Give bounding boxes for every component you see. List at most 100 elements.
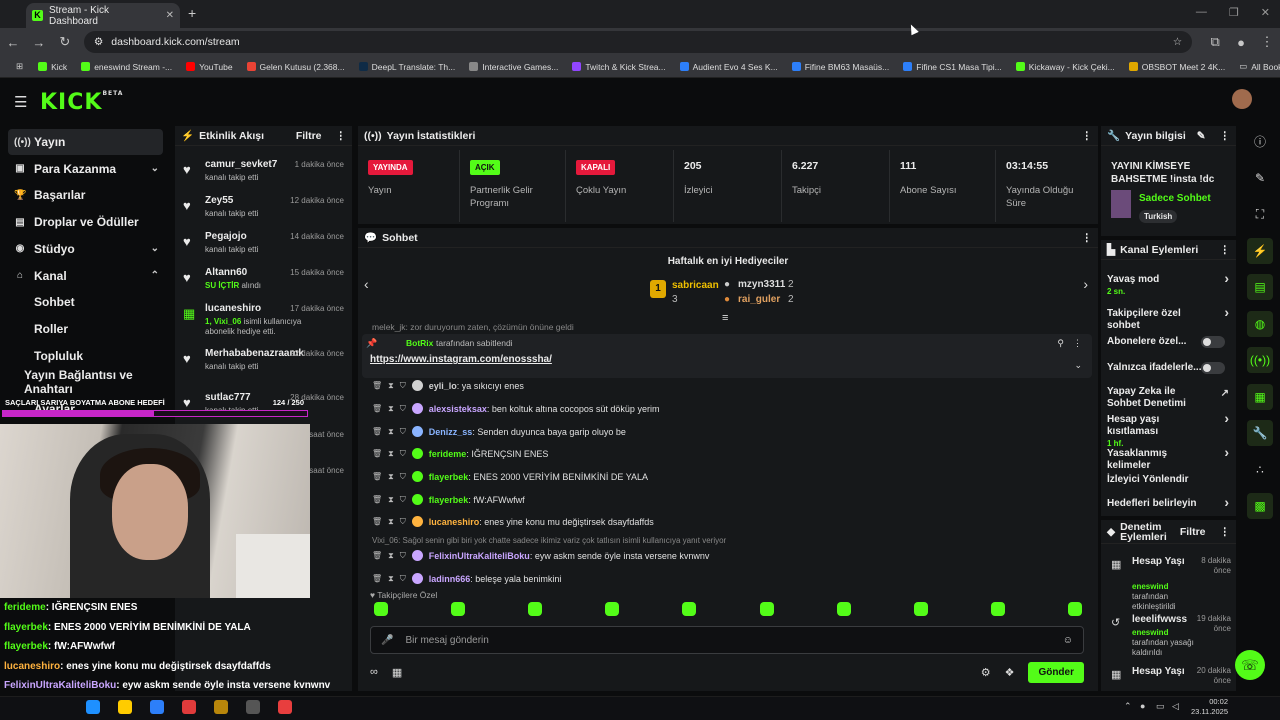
emote-icon[interactable] <box>836 602 851 616</box>
category-thumbnail[interactable] <box>1111 190 1131 218</box>
event-item[interactable]: ♥ Altann60 15 dakika önce SU İÇTİR alındı <box>183 267 348 297</box>
timeout-icon[interactable]: ⧗ <box>388 472 394 482</box>
emote-icon[interactable] <box>451 602 466 616</box>
tool-icon[interactable]: 🔧 <box>1247 420 1273 446</box>
taskbar-app-icon[interactable] <box>278 700 292 714</box>
chat-bubble-icon[interactable]: ◍ <box>1247 310 1273 337</box>
nav-item-4[interactable]: ◉ Stüdyo ⌄ <box>8 236 163 262</box>
event-item[interactable]: ♥ Pegajojo 14 dakika önce kanalı takip etti <box>183 231 348 261</box>
mod-event[interactable]: ↺ leeelifwwss 19 dakika önce eneswind taraf… <box>1107 614 1233 664</box>
chat-more-icon[interactable]: ⋮ <box>1082 232 1093 244</box>
timeout-icon[interactable]: ⧗ <box>388 427 394 437</box>
support-chat-icon[interactable]: ☏ <box>1235 650 1265 680</box>
edit-icon[interactable]: ✎ <box>1247 165 1273 191</box>
language-tag[interactable]: Turkish <box>1139 210 1178 223</box>
nav-item-3[interactable]: ▤ Droplar ve Ödüller <box>8 209 163 235</box>
bookmark-item[interactable]: Kick <box>31 62 74 72</box>
timeout-icon[interactable]: ⧗ <box>388 404 394 414</box>
toggle-switch[interactable] <box>1201 362 1225 374</box>
store-icon[interactable]: ▦ <box>392 666 402 679</box>
user-avatar[interactable] <box>1232 89 1252 109</box>
bookmark-item[interactable]: eneswind Stream -... <box>74 62 179 72</box>
emote-icon[interactable] <box>913 602 928 616</box>
chat-username[interactable]: Denizz_ss <box>429 427 473 437</box>
back-icon[interactable]: ← <box>0 35 26 50</box>
timeout-icon[interactable]: ⧗ <box>388 517 394 527</box>
nav-item-9[interactable]: Yayın Bağlantısı ve Anahtarı <box>8 368 163 396</box>
gifter-name[interactable]: rai_guler <box>738 294 780 305</box>
mod-more-icon[interactable]: ⋮ <box>1220 526 1231 538</box>
chat-username[interactable]: FelixinUltraKaliteliBoku <box>429 551 530 561</box>
taskbar-app-icon[interactable] <box>118 700 132 714</box>
tray-spotify-icon[interactable]: ● <box>1140 701 1145 711</box>
collapse-icon[interactable]: ≡ <box>722 312 728 324</box>
event-item[interactable]: ♥ Zey55 12 dakika önce kanalı takip etti <box>183 195 348 225</box>
bolt-icon[interactable]: ⚡ <box>1247 237 1273 264</box>
channel-action[interactable]: İzleyici Yönlendir <box>1107 474 1231 486</box>
emote-icon[interactable] <box>528 602 543 616</box>
extensions-icon[interactable]: ⧉ <box>1202 34 1228 50</box>
bookmark-item[interactable]: Fifine CS1 Masa Tipi... <box>896 62 1009 72</box>
toggle-switch[interactable] <box>1201 336 1225 348</box>
menu-icon[interactable]: ☰ <box>14 93 27 111</box>
chat-username[interactable]: flayerbek <box>429 495 469 505</box>
emote-icon[interactable] <box>1067 602 1082 616</box>
emoji-icon[interactable]: ☺ <box>1063 635 1073 646</box>
all-bookmarks[interactable]: ▭All Bookmarks <box>1232 61 1280 72</box>
channel-action[interactable]: Yasaklanmış kelimeler › <box>1107 445 1231 472</box>
event-item[interactable]: ♥ camur_sevket7 1 dakika önce kanalı takip … <box>183 159 348 189</box>
nav-item-2[interactable]: 🏆 Başarılar <box>8 182 163 208</box>
pinned-by[interactable]: BotRix <box>406 338 433 348</box>
channel-action[interactable]: Abonelere özel... <box>1107 336 1231 348</box>
minimize-icon[interactable]: — <box>1196 6 1207 19</box>
unpin-icon[interactable]: ⚲ <box>1057 338 1064 349</box>
channel-action[interactable]: Hedefleri belirleyin › <box>1107 495 1231 510</box>
next-arrow-icon[interactable]: › <box>1083 276 1088 292</box>
bookmark-item[interactable]: YouTube <box>179 62 239 72</box>
reload-icon[interactable]: ↻ <box>52 34 78 50</box>
url-field[interactable]: ⚙ dashboard.kick.com/stream ☆ <box>83 31 1193 53</box>
profile-icon[interactable]: ● <box>1228 35 1254 50</box>
delete-icon[interactable]: 🗑 <box>372 449 382 458</box>
mod-event[interactable]: ▦ Hesap Yaşı 8 dakika önce eneswind tarafın… <box>1107 556 1233 611</box>
actions-more-icon[interactable]: ⋮ <box>1220 244 1231 256</box>
channel-action[interactable]: Yalnızca ifadelerle... <box>1107 362 1231 374</box>
points-icon[interactable]: ∞ <box>370 666 378 678</box>
nav-item-5[interactable]: ⌂ Kanal ⌃ <box>8 263 163 289</box>
event-username[interactable]: Pegajojo <box>205 231 247 242</box>
close-tab-icon[interactable]: ✕ <box>166 10 174 21</box>
category-name[interactable]: Sadece Sohbet <box>1139 193 1211 204</box>
bookmark-star-icon[interactable]: ☆ <box>1173 36 1182 48</box>
browser-menu-icon[interactable]: ⋮ <box>1254 34 1280 50</box>
bookmark-item[interactable]: Gelen Kutusu (2.368... <box>240 62 352 72</box>
event-username[interactable]: Zey55 <box>205 195 233 206</box>
taskbar-app-icon[interactable] <box>182 700 196 714</box>
timeout-icon[interactable]: ⧗ <box>388 551 394 561</box>
delete-icon[interactable]: 🗑 <box>372 551 382 560</box>
timeout-icon[interactable]: ⧗ <box>388 381 394 391</box>
nav-item-8[interactable]: Topluluk <box>8 343 163 369</box>
maximize-icon[interactable]: ❐ <box>1229 6 1239 19</box>
gift-icon[interactable]: ❖ <box>1005 666 1015 679</box>
gifter-name[interactable]: sabricaan <box>672 280 719 291</box>
info-more-icon[interactable]: ⋮ <box>1220 130 1231 142</box>
delete-icon[interactable]: 🗑 <box>372 381 382 390</box>
stats-more-icon[interactable]: ⋮ <box>1082 130 1093 142</box>
timeout-icon[interactable]: ⧗ <box>388 449 394 459</box>
channel-action[interactable]: Hesap yaşı kısıtlaması 1 hf. › <box>1107 411 1231 450</box>
event-username[interactable]: Altann60 <box>205 267 247 278</box>
bookmark-item[interactable]: Interactive Games... <box>462 62 565 72</box>
taskbar-app-icon[interactable] <box>246 700 260 714</box>
delete-icon[interactable]: 🗑 <box>372 495 382 504</box>
site-info-icon[interactable]: ⚙ <box>94 36 103 48</box>
delete-icon[interactable]: 🗑 <box>372 574 382 583</box>
channel-action[interactable]: Yavaş mod 2 sn. › <box>1107 271 1231 298</box>
clapper-icon[interactable]: ▩ <box>1247 493 1273 519</box>
bookmark-item[interactable]: Kickaway - Kick Çeki... <box>1009 62 1122 72</box>
doc-icon[interactable]: ▤ <box>1247 274 1273 300</box>
tray-network-icon[interactable]: ▭ <box>1156 701 1165 712</box>
timeout-icon[interactable]: ⧗ <box>388 495 394 505</box>
emote-icon[interactable] <box>759 602 774 616</box>
nav-item-0[interactable]: ((•)) Yayın <box>8 129 163 155</box>
prev-arrow-icon[interactable]: ‹ <box>364 276 369 292</box>
